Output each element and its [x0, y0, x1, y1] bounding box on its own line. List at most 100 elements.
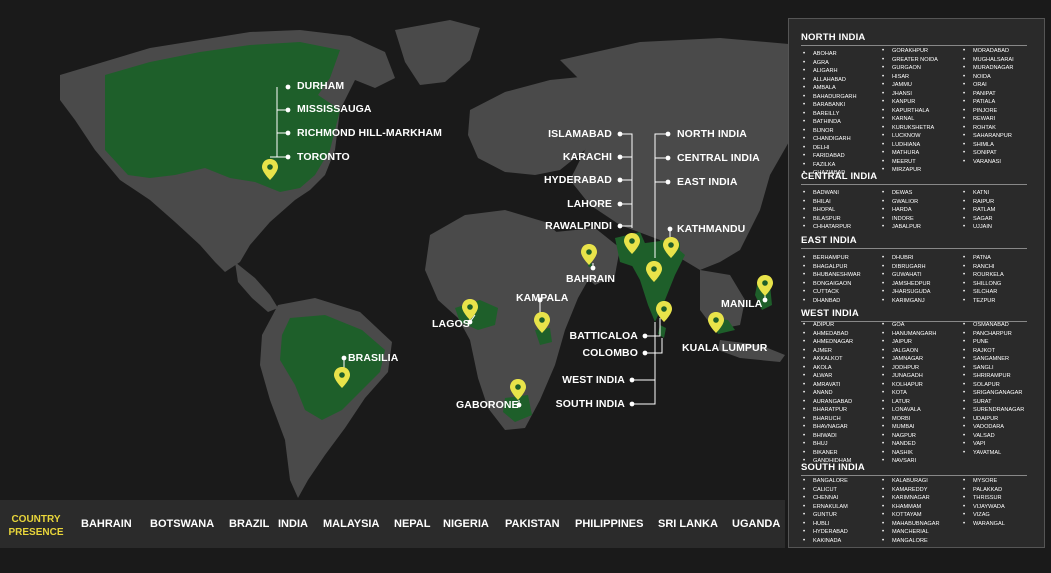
city-item: HARDA — [882, 206, 921, 215]
city-item: SAGAR — [963, 215, 995, 224]
city-item: GOA — [882, 321, 936, 330]
city-item: ANAND — [803, 389, 853, 398]
city-item: AKOLA — [803, 364, 853, 373]
label-lagos: LAGOS — [432, 318, 470, 330]
city-item: KAKINADA — [803, 537, 848, 546]
city-item: KANPUR — [882, 98, 938, 107]
country-pakistan: PAKISTAN — [505, 518, 560, 530]
city-item: HISAR — [882, 73, 938, 82]
city-item: GWALIOR — [882, 198, 921, 207]
country-nepal: NEPAL — [394, 518, 431, 530]
city-item: UJJAIN — [963, 223, 995, 232]
city-item: ADIPUR — [803, 321, 853, 330]
city-item: JAIPUR — [882, 338, 936, 347]
city-item: NASHIK — [882, 449, 936, 458]
south-india-col-1: BANGALORECALICUTCHENNAIERNAKULAMGUNTURHU… — [803, 477, 848, 545]
city-item: PUNE — [963, 338, 1024, 347]
city-item: SHILLONG — [963, 280, 1004, 289]
central-india-col-3: KATNIRAIPURRATLAMSAGARUJJAIN — [963, 189, 995, 232]
city-item: CHENNAI — [803, 494, 848, 503]
label-kathmandu: KATHMANDU — [677, 223, 746, 235]
city-item: KAMAREDDY — [882, 486, 940, 495]
city-item: KOTA — [882, 389, 936, 398]
city-item: SILCHAR — [963, 288, 1004, 297]
city-item: BAREILLY — [803, 110, 857, 119]
south-india-col-2: KALABURAGIKAMAREDDYKARIMNAGARKHAMMAMKOTT… — [882, 477, 940, 545]
country-brazil: BRAZIL — [229, 518, 270, 530]
city-item: BHAVNAGAR — [803, 423, 853, 432]
india-locations-panel: NORTH INDIA ABOHARAGRAALIGARHALLAHABADAM… — [788, 18, 1045, 548]
city-item: JHARSUGUDA — [882, 288, 931, 297]
city-item: GUNTUR — [803, 511, 848, 520]
north-india-col-1: ABOHARAGRAALIGARHALLAHABADAMBALABAHADURG… — [803, 50, 857, 178]
city-item: KATNI — [963, 189, 995, 198]
city-item: SRIGANGANAGAR — [963, 389, 1024, 398]
city-item: JABALPUR — [882, 223, 921, 232]
city-item: THRISSUR — [963, 494, 1005, 503]
label-mississauga: MISSISSAUGA — [297, 103, 372, 115]
city-item: SANGAMNER — [963, 355, 1024, 364]
city-item: VIJAYWADA — [963, 503, 1005, 512]
city-item: RANCHI — [963, 263, 1004, 272]
city-item: PANCHARPUR — [963, 330, 1024, 339]
city-item: HYDERABAD — [803, 528, 848, 537]
city-item: SHIMLA — [963, 141, 1014, 150]
label-kampala: KAMPALA — [516, 292, 569, 304]
city-item: ROHTAK — [963, 124, 1014, 133]
city-item: FARIDABAD — [803, 152, 857, 161]
city-item: AMBALA — [803, 84, 857, 93]
city-item: BARABANKI — [803, 101, 857, 110]
east-india-col-2: DHUBRIDIBRUGARHGUWAHATIJAMSHEDPURJHARSUG… — [882, 254, 931, 305]
city-item: BHUJ — [803, 440, 853, 449]
label-north-india: NORTH INDIA — [677, 128, 747, 140]
city-item: DELHI — [803, 144, 857, 153]
city-item: JAMNAGAR — [882, 355, 936, 364]
label-south-india: SOUTH INDIA — [555, 398, 625, 410]
city-item: VADODARA — [963, 423, 1024, 432]
city-item: YAVATMAL — [963, 449, 1024, 458]
country-malaysia: MALAYSIA — [323, 518, 380, 530]
city-item: FAZILKA — [803, 161, 857, 170]
city-item: GORAKHPUR — [882, 47, 938, 56]
city-item: RAJKOT — [963, 347, 1024, 356]
label-gaborone: GABORONE — [456, 399, 519, 411]
city-item: DIBRUGARH — [882, 263, 931, 272]
central-india-col-1: BADWANIBHILAIBHOPALBILASPURCHHATARPUR — [803, 189, 851, 232]
city-item: REWARI — [963, 115, 1014, 124]
label-manila: MANILA — [721, 298, 763, 310]
city-item: INDORE — [882, 215, 921, 224]
west-india-col-1: ADIPURAHMEDABADAHMEDNAGARAJMERAKKALKOTAK… — [803, 321, 853, 466]
central-india-col-2: DEWASGWALIORHARDAINDOREJABALPUR — [882, 189, 921, 232]
city-item: MATHURA — [882, 149, 938, 158]
city-item: JHANSI — [882, 90, 938, 99]
city-item: LATUR — [882, 398, 936, 407]
city-item: CHHATARPUR — [803, 223, 851, 232]
city-item: PALAKKAD — [963, 486, 1005, 495]
label-west-india: WEST INDIA — [562, 374, 625, 386]
city-item: AURANGABAD — [803, 398, 853, 407]
city-item: NANDED — [882, 440, 936, 449]
city-item: MANCHERIAL — [882, 528, 940, 537]
city-item: NAVSARI — [882, 457, 936, 466]
region-title-east-india: EAST INDIA — [801, 235, 857, 246]
city-item: CUTTACK — [803, 288, 861, 297]
west-india-col-2: GOAHANUMANGARHJAIPURJALGAONJAMNAGARJODHP… — [882, 321, 936, 466]
city-item: BHUBANESHWAR — [803, 271, 861, 280]
city-item: MURADNAGAR — [963, 64, 1014, 73]
label-richmond-hill: RICHMOND HILL-MARKHAM — [297, 127, 442, 139]
label-east-india: EAST INDIA — [677, 176, 738, 188]
country-nigeria: NIGERIA — [443, 518, 489, 530]
label-toronto: TORONTO — [297, 151, 350, 163]
city-item: HUBLI — [803, 520, 848, 529]
label-kuala-lumpur: KUALA LUMPUR — [682, 342, 768, 354]
city-item: BHIWADI — [803, 432, 853, 441]
city-item: VAPI — [963, 440, 1024, 449]
city-item: MORBI — [882, 415, 936, 424]
city-item: SURENDRANAGAR — [963, 406, 1024, 415]
city-item: JODHPUR — [882, 364, 936, 373]
city-item: VIZAG — [963, 511, 1005, 520]
city-item: MIRZAPUR — [882, 166, 938, 175]
city-item: AHMEDABAD — [803, 330, 853, 339]
label-hyderabad: HYDERABAD — [544, 174, 612, 186]
label-lahore: LAHORE — [567, 198, 612, 210]
